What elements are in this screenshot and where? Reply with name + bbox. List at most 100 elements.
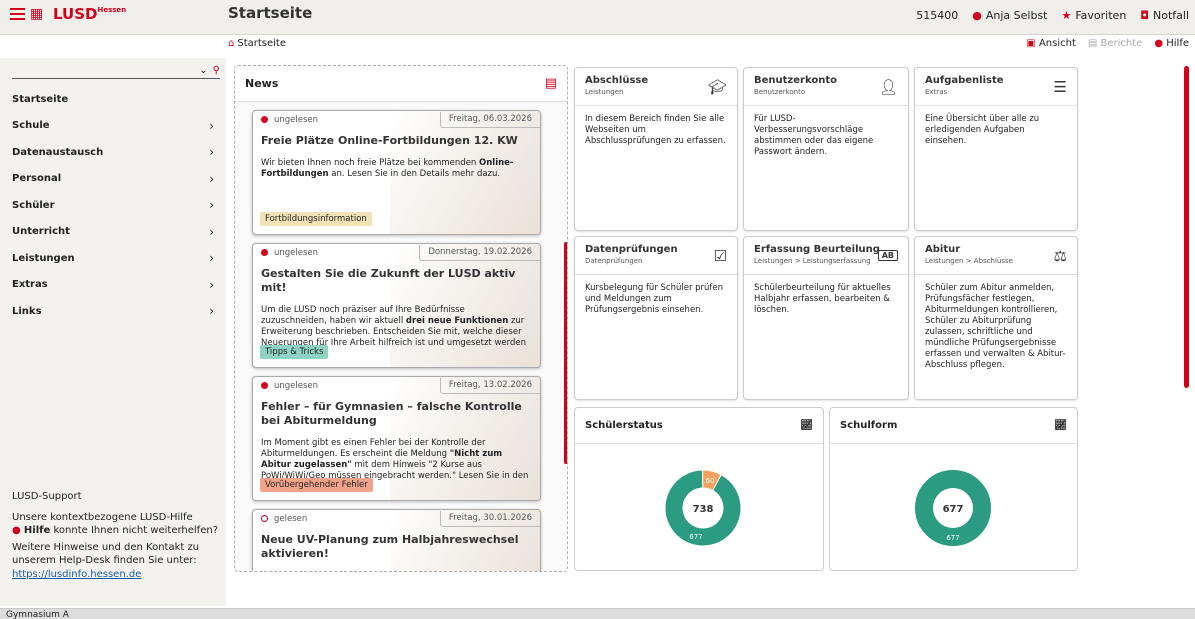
sidebar-item-label: Leistungen: [12, 252, 75, 264]
view-button[interactable]: ▣ Ansicht: [1026, 38, 1076, 49]
home-icon[interactable]: ⌂: [228, 38, 234, 49]
scale-icon: ⚖: [1053, 247, 1067, 265]
tile-title: Erfassung Beurteilung: [754, 244, 880, 255]
tile-description: Schüler zum Abitur anmelden, Prüfungsfäc…: [925, 283, 1066, 370]
news-card[interactable]: ungelesen Donnerstag, 19.02.2026 Gestalten…: [252, 243, 541, 368]
news-panel: News ▤ ungelesen Freitag, 06.03.2026 Freie…: [234, 65, 568, 572]
sidebar-item-1[interactable]: Schule ›: [12, 113, 220, 140]
page-scrollbar[interactable]: [1184, 66, 1189, 388]
tile-subtitle: Leistungen: [585, 88, 624, 96]
news-tag[interactable]: Tipps & Tricks: [260, 345, 329, 359]
news-card-body: Bitte beachten Sie zum Halbjahreswechsel…: [253, 561, 540, 571]
news-card[interactable]: ungelesen Freitag, 13.02.2026 Fehler – für…: [252, 376, 541, 501]
sidebar-nav: Startseite Schule › Datenaustausch › Personal…: [12, 86, 220, 325]
tile-subtitle: Extras: [925, 88, 948, 96]
ab-icon: AB: [877, 250, 898, 261]
breadcrumb-home[interactable]: Startseite: [237, 38, 286, 49]
news-date: Freitag, 13.02.2026: [439, 377, 540, 394]
chart-title: Schulform: [840, 420, 898, 431]
emergency-button[interactable]: ◘ Notfall: [1140, 9, 1189, 22]
line-chart-icon[interactable]: 📈︎: [1054, 420, 1067, 431]
reports-button[interactable]: ▤ Berichte: [1088, 38, 1142, 49]
chevron-right-icon: ›: [209, 277, 214, 292]
news-card-title: Freie Plätze Online-Fortbildungen 12. KW: [261, 134, 518, 147]
tile-title: Datenprüfungen: [585, 244, 678, 255]
news-status: ungelesen: [261, 115, 318, 125]
sidebar-item-6[interactable]: Leistungen ›: [12, 245, 220, 272]
tile-subtitle: Leistungen > Leistungserfassung: [754, 257, 871, 265]
tile-description: Schülerbeurteilung für aktuelles Halbjah…: [754, 283, 891, 315]
chart-card-schulform[interactable]: Schulform 📈︎ 677 677: [829, 407, 1078, 571]
tile-benutzerkonto[interactable]: Benutzerkonto Benutzerkonto 👤︎ Für LUSD-Ver…: [743, 67, 909, 231]
support-link[interactable]: https://lusdinfo.hessen.de: [12, 569, 141, 580]
news-tag[interactable]: Vorübergehender Fehler: [260, 478, 373, 492]
star-icon: ★: [1061, 9, 1072, 22]
calendar-icon[interactable]: ▦: [30, 6, 43, 22]
sidebar-item-4[interactable]: Schüler ›: [12, 192, 220, 219]
top-bar: ▦ LUSDHessen Startseite 515400 ● Anja Sel…: [0, 0, 1195, 35]
news-tag[interactable]: Fortbildungsinformation: [260, 212, 372, 226]
page-title: Startseite: [228, 4, 313, 22]
news-card-title: Fehler – für Gymnasien – falsche Kontrol…: [261, 400, 522, 427]
tile-description: In diesem Bereich finden Sie alle Websei…: [585, 114, 726, 146]
tile-datenprüfungen[interactable]: Datenprüfungen Datenprüfungen ☑ Kursbelegun…: [574, 236, 738, 400]
sidebar-search[interactable]: ⌄ ⚲: [12, 63, 220, 79]
news-card[interactable]: gelesen Freitag, 30.01.2026 Neue UV-Planun…: [252, 509, 541, 571]
school-number[interactable]: 515400: [916, 9, 958, 22]
sidebar-item-label: Links: [12, 305, 42, 317]
line-chart-icon[interactable]: 📈︎: [800, 420, 813, 431]
news-icon[interactable]: ▤: [545, 76, 557, 91]
tile-subtitle: Benutzerkonto: [754, 88, 806, 96]
user-icon: ●: [972, 9, 982, 22]
donut-total: 677: [943, 504, 964, 515]
search-icon[interactable]: ⚲: [213, 65, 220, 76]
chart-card-schuelerstatus[interactable]: Schülerstatus 📈︎ 677 60 738: [574, 407, 824, 571]
news-card-title: Neue UV-Planung zum Halbjahreswechsel ak…: [261, 533, 519, 560]
user-menu[interactable]: ● Anja Selbst: [972, 9, 1047, 22]
emergency-icon: ◘: [1140, 9, 1149, 22]
news-card-title: Gestalten Sie die Zukunft der LUSD aktiv…: [261, 267, 516, 294]
breadcrumb: ⌂ Startseite: [228, 38, 286, 49]
tile-description: Eine Übersicht über alle zu erledigenden…: [925, 114, 1040, 146]
tile-abschlüsse[interactable]: Abschlüsse Leistungen 🎓︎ In diesem Bereich …: [574, 67, 738, 231]
inbox-check-icon: ☑: [713, 247, 727, 265]
donut-slice-label: 677: [946, 534, 959, 542]
help-button[interactable]: ● Hilfe: [1154, 38, 1189, 49]
donut-slice-label: 677: [689, 533, 702, 541]
chevron-down-icon[interactable]: ⌄: [199, 65, 207, 76]
sidebar-item-3[interactable]: Personal ›: [12, 166, 220, 193]
support-title: LUSD-Support: [12, 491, 82, 502]
news-card[interactable]: ungelesen Freitag, 06.03.2026 Freie Plätze…: [252, 110, 541, 235]
tile-abitur[interactable]: Abitur Leistungen > Abschlüsse ⚖ Schüler zu…: [914, 236, 1078, 400]
sidebar-item-7[interactable]: Extras ›: [12, 272, 220, 299]
sidebar-item-2[interactable]: Datenaustausch ›: [12, 139, 220, 166]
sidebar-item-label: Extras: [12, 279, 48, 291]
donut-schuelerstatus: 677 60 738: [664, 469, 742, 547]
support-box: LUSD-Support Unsere kontextbezogene LUSD…: [12, 490, 220, 585]
news-scrollbar[interactable]: [564, 242, 567, 464]
menu-icon[interactable]: [10, 8, 25, 20]
news-date: Freitag, 06.03.2026: [439, 111, 540, 128]
tile-title: Aufgabenliste: [925, 75, 1004, 86]
news-status: ungelesen: [261, 248, 318, 258]
sidebar-item-label: Personal: [12, 173, 62, 185]
view-icon: ▣: [1026, 38, 1036, 49]
sidebar-item-label: Datenaustausch: [12, 146, 104, 158]
donut-total: 738: [693, 504, 714, 515]
checklist-icon: ☰: [1053, 78, 1067, 96]
sidebar-item-0[interactable]: Startseite: [12, 86, 220, 113]
sidebar-item-label: Startseite: [12, 93, 69, 105]
news-date: Donnerstag, 19.02.2026: [419, 244, 540, 261]
sidebar-item-8[interactable]: Links ›: [12, 298, 220, 325]
tile-subtitle: Datenprüfungen: [585, 257, 643, 265]
app-logo[interactable]: LUSDHessen: [53, 5, 126, 23]
sidebar-item-5[interactable]: Unterricht ›: [12, 219, 220, 246]
chevron-right-icon: ›: [209, 304, 214, 319]
tile-subtitle: Leistungen > Abschlüsse: [925, 257, 1013, 265]
chevron-right-icon: ›: [209, 171, 214, 186]
favorites-button[interactable]: ★ Favoriten: [1061, 9, 1126, 22]
donut-slice-label: 60: [706, 477, 715, 485]
tile-aufgabenliste[interactable]: Aufgabenliste Extras ☰ Eine Übersicht über …: [914, 67, 1078, 231]
sidebar-item-label: Schüler: [12, 199, 55, 211]
tile-erfassung-beurteilung[interactable]: Erfassung Beurteilung Leistungen > Leistu…: [743, 236, 909, 400]
